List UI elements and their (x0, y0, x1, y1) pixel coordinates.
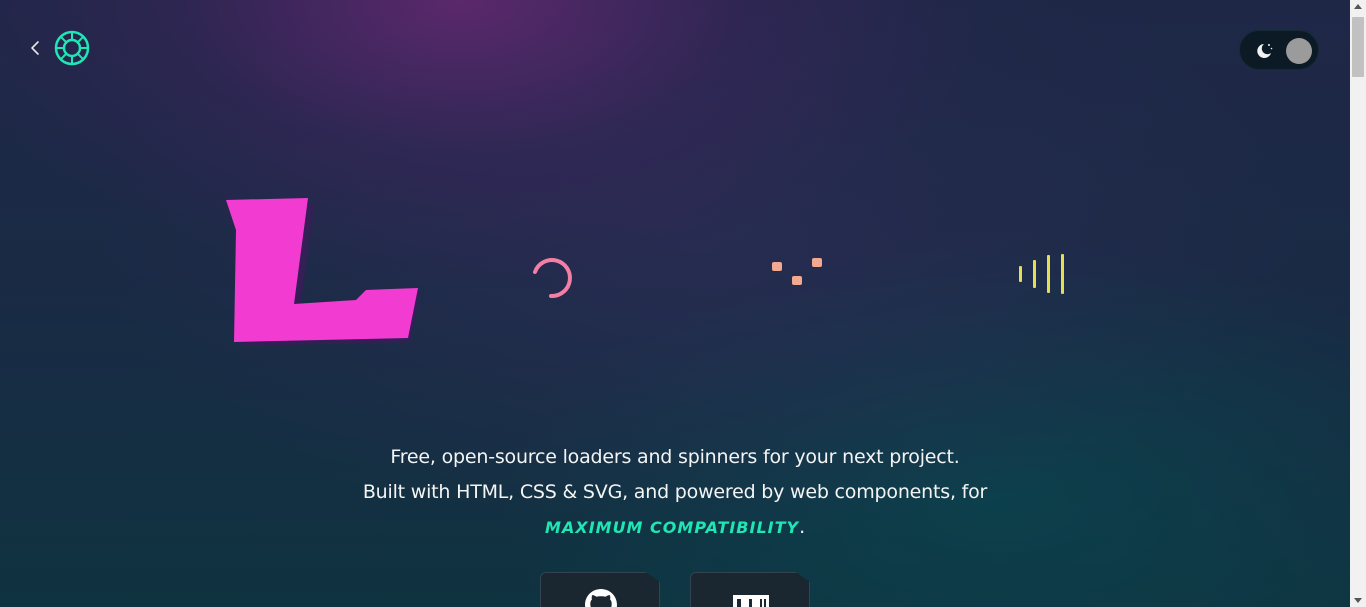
loader-bar (1019, 266, 1022, 282)
tagline-line-1: Free, open-source loaders and spinners f… (390, 446, 960, 468)
ldrs-logo-letter (226, 198, 420, 346)
npm-button[interactable] (690, 572, 810, 607)
loader-bar (1061, 254, 1064, 294)
theme-toggle[interactable] (1239, 30, 1319, 70)
scroll-down-arrow-icon[interactable] (1354, 598, 1362, 603)
npm-icon (733, 595, 769, 607)
toggle-knob (1286, 38, 1312, 64)
scroll-up-arrow-icon[interactable] (1354, 4, 1362, 9)
github-icon (585, 589, 617, 607)
tagline-line-3: maximum compatibility. (0, 510, 1350, 545)
loader-dot (772, 262, 782, 271)
scrollbar-thumb[interactable] (1352, 17, 1364, 77)
chevron-left-icon (31, 41, 39, 55)
hero-tagline: Free, open-source loaders and spinners f… (0, 440, 1350, 545)
loader-bar (1033, 260, 1036, 288)
bars-loader (1016, 252, 1070, 296)
dots-loader (768, 254, 828, 288)
ring-logo-icon[interactable] (54, 30, 90, 66)
loader-dot (812, 258, 822, 267)
tagline-line-2: Built with HTML, CSS & SVG, and powered … (362, 481, 988, 503)
page-scrollbar[interactable] (1350, 0, 1366, 607)
tagline-period: . (799, 516, 805, 538)
loader-dot (792, 276, 802, 285)
loader-bar (1047, 255, 1050, 293)
tagline-highlight: maximum compatibility (545, 518, 800, 537)
github-button[interactable] (540, 572, 660, 607)
spinner-arc-loader (533, 258, 572, 299)
moon-stars-icon (1257, 44, 1273, 58)
back-button[interactable] (26, 38, 44, 58)
